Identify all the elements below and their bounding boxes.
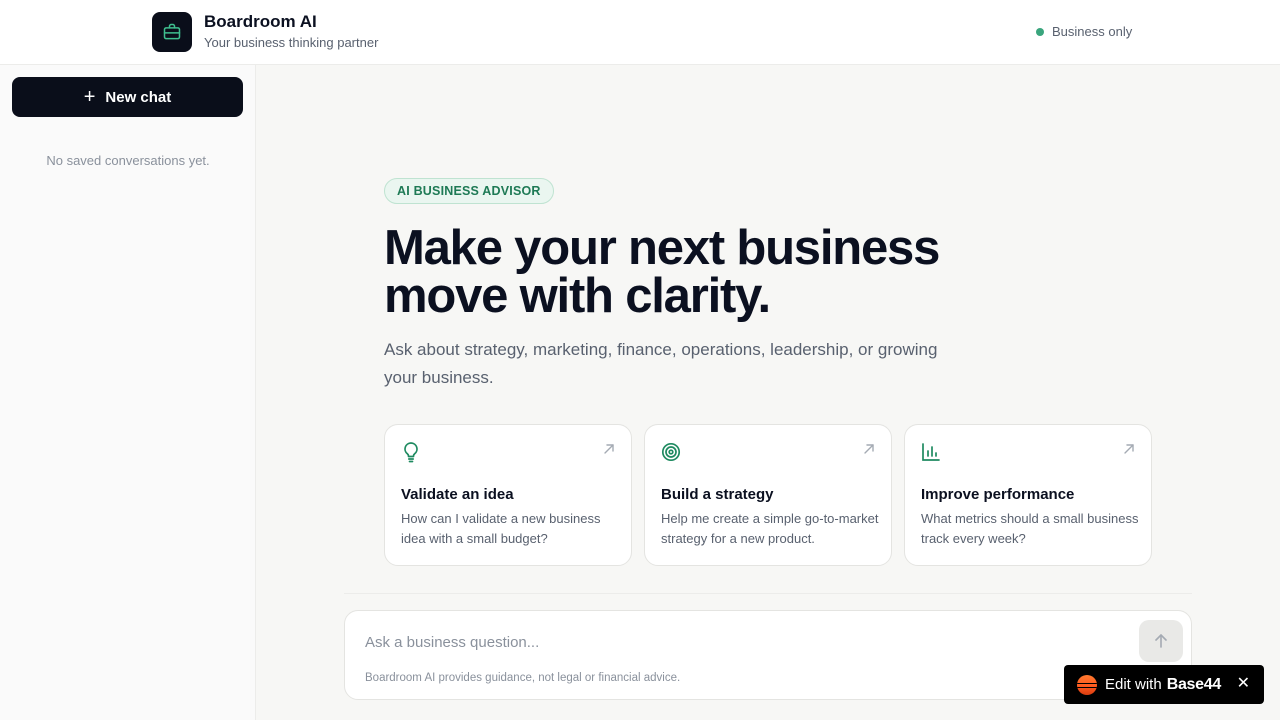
card-description: What metrics should a small business tra… <box>921 511 1139 546</box>
target-icon <box>661 442 681 462</box>
arrow-up-right-icon <box>1124 444 1134 454</box>
top-bar: Boardroom AI Your business thinking part… <box>0 0 1280 65</box>
hero-subtext: Ask about strategy, marketing, finance, … <box>384 340 938 387</box>
edit-with-base44-badge[interactable]: Edit with Base44 ✕ <box>1064 665 1264 704</box>
arrow-up-right-icon <box>604 444 614 454</box>
app-tagline: Your business thinking partner <box>204 35 379 50</box>
briefcase-icon <box>163 23 181 40</box>
close-icon[interactable]: ✕ <box>1237 676 1250 692</box>
arrow-up-right-icon <box>864 444 874 454</box>
card-description: Help me create a simple go-to-market str… <box>661 511 879 546</box>
hero-badge: AI BUSINESS ADVISOR <box>384 178 554 204</box>
bar-chart-icon <box>922 443 940 461</box>
hero-headline: Make your next business move with clarit… <box>384 221 940 323</box>
app-name: Boardroom AI <box>204 12 317 31</box>
lightbulb-icon <box>404 442 418 463</box>
base44-logo <box>1077 674 1097 695</box>
arrow-up-icon <box>1155 634 1167 648</box>
sidebar: + New chat No saved conversations yet. <box>0 65 256 720</box>
new-chat-button[interactable]: + New chat <box>12 77 243 117</box>
question-input[interactable] <box>365 630 1125 654</box>
edit-with-label: Edit with <box>1105 676 1162 693</box>
status-dot <box>1036 27 1044 36</box>
composer-disclaimer: Boardroom AI provides guidance, not lega… <box>365 672 681 684</box>
card-title: Build a strategy <box>661 486 774 503</box>
empty-conversations-note: No saved conversations yet. <box>46 153 210 168</box>
suggestion-card-improve-performance[interactable]: Improve performance What metrics should … <box>904 424 1152 566</box>
composer-divider <box>344 593 1192 594</box>
card-description: How can I validate a new business idea w… <box>401 511 601 546</box>
base44-brand-name: Base44 <box>1166 675 1222 693</box>
suggestion-card-build-strategy[interactable]: Build a strategy Help me create a simple… <box>644 424 892 566</box>
new-chat-label: New chat <box>105 88 172 106</box>
card-title: Improve performance <box>921 486 1075 503</box>
status-label: Business only <box>1052 24 1133 39</box>
plus-icon: + <box>83 86 96 108</box>
app-logo <box>152 12 192 52</box>
card-title: Validate an idea <box>401 486 514 503</box>
brand[interactable]: Boardroom AI Your business thinking part… <box>152 12 378 52</box>
suggestion-card-validate-idea[interactable]: Validate an idea How can I validate a ne… <box>384 424 632 566</box>
status-indicator: Business only <box>1036 24 1132 39</box>
send-button[interactable] <box>1139 620 1183 662</box>
